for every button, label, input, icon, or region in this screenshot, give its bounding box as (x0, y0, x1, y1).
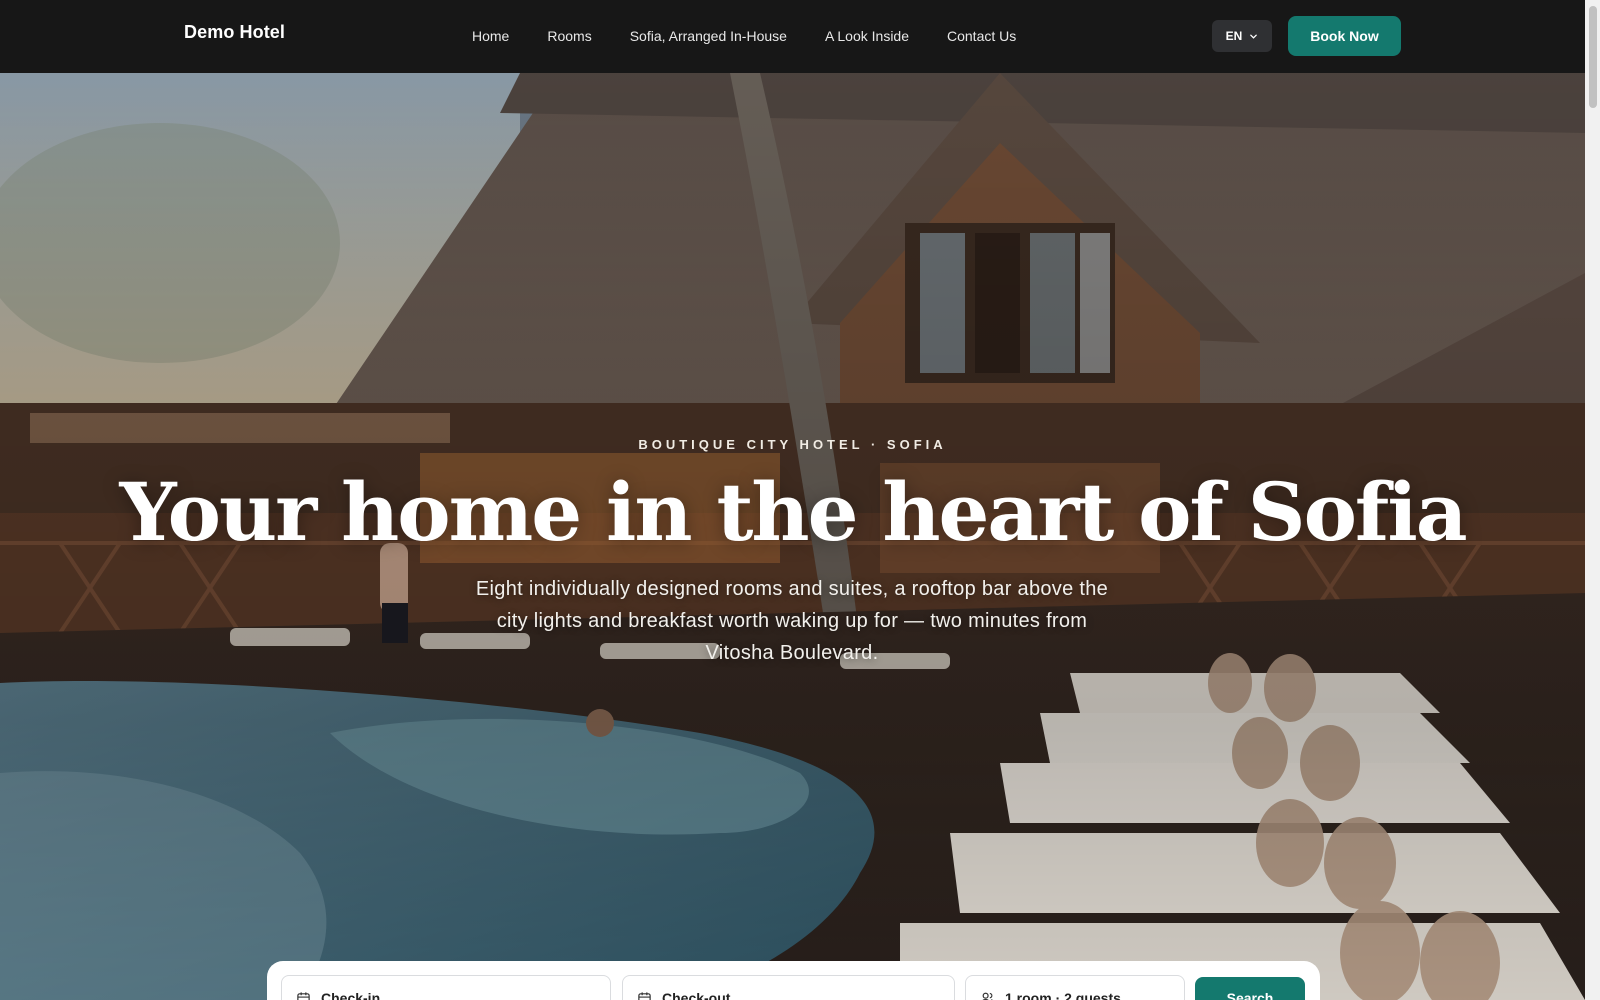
brand-logo[interactable]: Demo Hotel (184, 22, 285, 43)
page-scrollbar[interactable] (1585, 0, 1600, 1000)
calendar-icon (297, 991, 310, 1000)
nav-home[interactable]: Home (472, 26, 509, 46)
check-out-field[interactable]: Check-out (622, 975, 955, 1000)
nav-sofia-arranged[interactable]: Sofia, Arranged In-House (630, 26, 787, 46)
book-now-button[interactable]: Book Now (1288, 16, 1401, 56)
check-in-label: Check-in (321, 990, 381, 1000)
check-in-field[interactable]: Check-in (281, 975, 611, 1000)
guests-label: 1 room · 2 guests (1005, 990, 1121, 1000)
main-nav: Home Rooms Sofia, Arranged In-House A Lo… (472, 26, 1054, 46)
chevron-down-icon (1250, 34, 1258, 39)
scrollbar-thumb[interactable] (1589, 6, 1597, 108)
hero-section: BOUTIQUE CITY HOTEL · SOFIA Your home in… (0, 73, 1585, 1000)
nav-rooms[interactable]: Rooms (547, 26, 591, 46)
site-header: Demo Hotel Home Rooms Sofia, Arranged In… (0, 0, 1585, 73)
hero-subtitle: Eight individually designed rooms and su… (475, 578, 1109, 664)
nav-look-inside[interactable]: A Look Inside (825, 26, 909, 46)
hero-eyebrow: BOUTIQUE CITY HOTEL · SOFIA (638, 437, 947, 452)
users-icon (981, 992, 994, 1000)
hero-headline: Your home in the heart of Sofia (119, 465, 1467, 559)
language-code: EN (1225, 29, 1243, 43)
booking-search-bar: Check-in Check-out 1 room · 2 guests Sea… (267, 961, 1320, 1000)
search-button[interactable]: Search (1195, 977, 1305, 1000)
calendar-icon (638, 991, 651, 1000)
language-selector[interactable]: EN (1212, 20, 1272, 52)
nav-contact[interactable]: Contact Us (947, 26, 1016, 46)
guests-selector[interactable]: 1 room · 2 guests (965, 975, 1185, 1000)
check-out-label: Check-out (662, 990, 731, 1000)
